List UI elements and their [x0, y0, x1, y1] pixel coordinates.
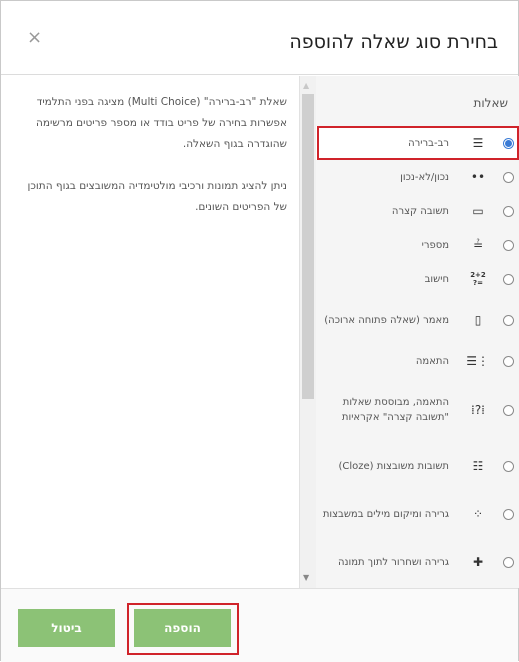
- question-list-title: שאלות: [473, 96, 509, 110]
- question-type-item[interactable]: ≟ מספרי: [316, 228, 519, 262]
- radio-button[interactable]: [503, 273, 514, 285]
- dialog-body: שאלת "רב-ברירה" (Multi Choice) מציגה בפנ…: [1, 76, 519, 588]
- question-type-label: נכון/לא-נכון: [400, 171, 449, 183]
- description-paragraph-2: ניתן להציג תמונות ורכיבי מולטימדיה המשוב…: [27, 180, 287, 213]
- question-type-item[interactable]: ▯ מאמר (שאלה פתוחה ארוכה): [316, 296, 519, 344]
- radio-button[interactable]: [503, 355, 514, 367]
- radio-dot: [505, 139, 512, 147]
- question-type-item[interactable]: ▭ תשובה קצרה: [316, 194, 519, 228]
- essay-icon: ▯: [474, 313, 482, 327]
- close-icon[interactable]: ×: [27, 29, 42, 47]
- question-type-label: התאמה, מבוססת שאלות "תשובה קצרה" אקראיות: [341, 397, 449, 423]
- cloze-icon: ☷: [472, 459, 484, 473]
- match-icon: ⋮☰: [466, 354, 489, 368]
- add-button[interactable]: הוספה: [134, 609, 231, 647]
- question-type-label: חישוב: [424, 273, 449, 285]
- radio-button[interactable]: [503, 404, 514, 416]
- question-type-item[interactable]: 2+2 =? חישוב: [316, 262, 519, 296]
- multichoice-icon: ☰: [472, 136, 484, 150]
- numerical-icon: ≟: [472, 238, 484, 252]
- radio-button[interactable]: [503, 556, 514, 568]
- cancel-button[interactable]: ביטול: [18, 609, 115, 647]
- question-description: שאלת "רב-ברירה" (Multi Choice) מציגה בפנ…: [19, 92, 287, 239]
- radio-button[interactable]: [503, 239, 514, 251]
- question-type-item[interactable]: ⋮☰ התאמה: [316, 344, 519, 378]
- question-list-pane[interactable]: ▲ ▼ שאלות ☰ רב-ברירה •• נכון/לא-נכון ▭ תשובה …: [299, 76, 519, 588]
- radio-button[interactable]: [503, 508, 514, 520]
- dialog-header: בחירת סוג שאלה להוספה ×: [1, 1, 518, 75]
- question-type-item[interactable]: •• נכון/לא-נכון: [316, 160, 519, 194]
- question-type-item[interactable]: ⁞?⁞ התאמה, מבוססת שאלות "תשובה קצרה" אקרא…: [316, 378, 519, 442]
- question-type-list: ☰ רב-ברירה •• נכון/לא-נכון ▭ תשובה קצרה ≟ מספרי…: [316, 126, 519, 586]
- question-type-label: גרירה ושחרור לתוך תמונה: [337, 556, 449, 568]
- scroll-thumb[interactable]: [302, 94, 314, 399]
- question-type-item[interactable]: ✚ גרירה ושחרור לתוך תמונה: [316, 538, 519, 586]
- question-type-label: התאמה: [415, 355, 449, 367]
- scroll-down-icon[interactable]: ▼: [303, 574, 309, 582]
- dialog-title: בחירת סוג שאלה להוספה: [289, 31, 498, 53]
- question-type-item[interactable]: ☰ רב-ברירה: [316, 126, 519, 160]
- question-type-label: גרירה ומיקום מילים במשבצות: [322, 508, 449, 520]
- list-scrollbar[interactable]: ▲ ▼: [300, 76, 316, 588]
- question-type-label: תשובות משובצות (Cloze): [338, 460, 449, 472]
- question-type-item[interactable]: ⁘ גרירה ומיקום מילים במשבצות: [316, 490, 519, 538]
- ddwtos-icon: ⁘: [472, 507, 484, 521]
- scroll-up-icon[interactable]: ▲: [303, 82, 309, 90]
- question-type-label: מספרי: [421, 239, 449, 251]
- randomsamatch-icon: ⁞?⁞: [471, 403, 485, 417]
- question-type-label: מאמר (שאלה פתוחה ארוכה): [324, 314, 449, 326]
- radio-button[interactable]: [503, 171, 514, 183]
- question-type-label: תשובה קצרה: [391, 205, 449, 217]
- question-type-item[interactable]: ☷ תשובות משובצות (Cloze): [316, 442, 519, 490]
- question-type-label: רב-ברירה: [408, 137, 449, 149]
- ddimageortext-icon: ✚: [472, 555, 484, 569]
- radio-button[interactable]: [503, 460, 514, 472]
- calculated-icon: 2+2 =?: [470, 271, 486, 287]
- radio-button[interactable]: [503, 205, 514, 217]
- radio-button[interactable]: [503, 314, 514, 326]
- truefalse-icon: ••: [470, 170, 486, 184]
- question-type-dialog: בחירת סוג שאלה להוספה × שאלת "רב-ברירה" …: [0, 0, 519, 662]
- shortanswer-icon: ▭: [472, 204, 484, 218]
- radio-button[interactable]: [503, 137, 514, 149]
- description-paragraph-1: שאלת "רב-ברירה" (Multi Choice) מציגה בפנ…: [35, 96, 287, 150]
- dialog-footer: ביטול הוספה: [1, 588, 518, 662]
